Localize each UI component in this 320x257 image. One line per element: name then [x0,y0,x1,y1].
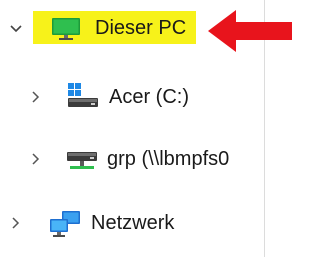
tree-item-label: Netzwerk [91,212,175,234]
network-drive-icon [67,152,97,169]
tree-item-grp-network-drive[interactable]: grp (\\lbmpfs0 [0,142,262,176]
chevron-down-icon[interactable] [8,21,24,37]
tree-item-acer-drive[interactable]: Acer (C:) [0,80,262,114]
tree-item-label: Acer (C:) [109,86,189,108]
tree-item-netzwerk[interactable]: Netzwerk [0,206,262,240]
red-arrow-icon [208,10,292,52]
windows-drive-icon [68,83,98,107]
chevron-right-icon[interactable] [28,89,44,105]
tree-item-label: Dieser PC [95,17,187,39]
chevron-right-icon[interactable] [8,215,24,231]
tree-item-label: grp (\\lbmpfs0 [107,148,230,170]
monitor-icon [52,18,80,40]
chevron-right-icon[interactable] [28,151,44,167]
navigation-tree: Dieser PC Acer (C:) grp (\\lbmpfs0 Netzw… [0,0,292,257]
network-icon [50,211,80,237]
